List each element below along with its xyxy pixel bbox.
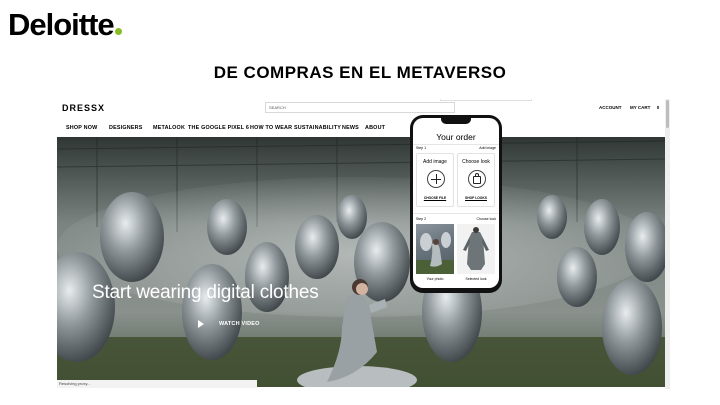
watch-video-button[interactable]: WATCH VIDEO bbox=[219, 321, 260, 327]
your-photo-thumbnail bbox=[416, 224, 454, 274]
divider bbox=[413, 144, 499, 145]
phone-mockup: Your order Step 1 Add image Add image CH… bbox=[410, 115, 502, 293]
nav-item-metalook[interactable]: METALOOK bbox=[153, 125, 188, 131]
main-nav: SHOP NOW DESIGNERS METALOOK THE GOOGLE P… bbox=[66, 125, 385, 131]
phone-notch bbox=[441, 118, 471, 124]
hero-banner: Start wearing digital clothes WATCH VIDE… bbox=[57, 137, 665, 387]
look-image bbox=[463, 227, 489, 270]
order-title: Your order bbox=[436, 132, 476, 142]
your-photo-caption: Your photo bbox=[426, 277, 444, 281]
choose-file-link[interactable]: CHOOSE FILE bbox=[417, 196, 453, 200]
selected-look-thumbnail bbox=[457, 224, 495, 274]
search-input[interactable]: SEARCH bbox=[265, 102, 455, 113]
step1-label: Step 1 bbox=[416, 146, 427, 150]
add-image-card[interactable]: Add image CHOOSE FILE bbox=[416, 153, 454, 207]
divider bbox=[413, 213, 499, 214]
choose-look-title: Choose look bbox=[462, 159, 490, 165]
nav-item-news[interactable]: NEWS bbox=[342, 125, 365, 131]
site-header: DRESSX SEARCH ACCOUNT MY CART 0 SHOP NOW… bbox=[57, 99, 665, 137]
deloitte-logo: Deloitte bbox=[8, 8, 122, 42]
choose-look-card[interactable]: Choose look SHOP LOOKS bbox=[457, 153, 495, 207]
photo-image bbox=[416, 232, 454, 274]
logo-dot bbox=[114, 28, 122, 35]
nav-item-shop-now[interactable]: SHOP NOW bbox=[66, 125, 109, 131]
scrollbar-thumb[interactable] bbox=[666, 100, 669, 128]
shop-looks-link[interactable]: SHOP LOOKS bbox=[458, 196, 494, 200]
phone-screen: Your order Step 1 Add image Add image CH… bbox=[413, 118, 499, 288]
scrollbar-track[interactable] bbox=[665, 99, 670, 389]
site-logo[interactable]: DRESSX bbox=[62, 103, 105, 113]
step2-label: Step 2 bbox=[416, 217, 427, 221]
website-screenshot: DRESSX SEARCH ACCOUNT MY CART 0 SHOP NOW… bbox=[57, 99, 670, 389]
cart-count: 0 bbox=[656, 105, 660, 110]
selected-look-caption: Selected look bbox=[465, 277, 487, 281]
play-icon[interactable] bbox=[198, 320, 204, 328]
hero-background-image bbox=[57, 137, 665, 387]
nav-item-about[interactable]: ABOUT bbox=[365, 125, 385, 131]
cart-label: MY CART bbox=[630, 105, 651, 110]
hero-title: Start wearing digital clothes bbox=[92, 282, 319, 303]
account-link[interactable]: ACCOUNT bbox=[599, 105, 622, 110]
search-dropdown-edge bbox=[440, 99, 532, 101]
plus-icon-vertical bbox=[435, 174, 437, 184]
browser-status-bar: Resolving proxy... bbox=[57, 380, 257, 388]
logo-text: Deloitte bbox=[8, 7, 115, 42]
step1-right-label: Add image bbox=[479, 146, 496, 150]
nav-item-google-pixel[interactable]: THE GOOGLE PIXEL 6 bbox=[188, 125, 250, 131]
add-image-title: Add image bbox=[423, 159, 447, 165]
slide-title: DE COMPRAS EN EL METAVERSO bbox=[213, 63, 507, 82]
nav-item-designers[interactable]: DESIGNERS bbox=[109, 125, 153, 131]
step2-right-label: Choose look bbox=[476, 217, 496, 221]
shopping-bag-icon bbox=[473, 176, 481, 184]
nav-item-sustainability[interactable]: SUSTAINABILITY bbox=[294, 125, 342, 131]
nav-item-how-to-wear[interactable]: HOW TO WEAR bbox=[250, 125, 294, 131]
cart-link[interactable]: MY CART 0 bbox=[630, 105, 659, 110]
